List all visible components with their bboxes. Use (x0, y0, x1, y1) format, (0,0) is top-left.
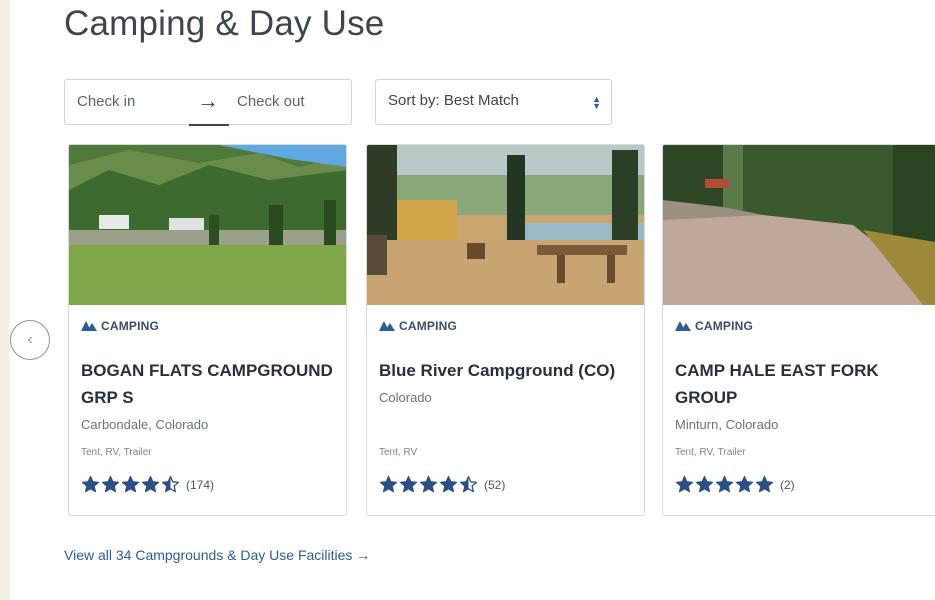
tent-icon (81, 321, 97, 331)
campground-card[interactable]: CAMPING CAMP HALE EAST FORK GROUP Mintur… (662, 144, 935, 516)
star-rating (675, 475, 774, 494)
star-icon (161, 475, 180, 493)
star-icon (101, 475, 120, 493)
sort-label: Sort by: Best Match (388, 92, 519, 109)
star-icon (81, 475, 100, 493)
sort-caret-icon: ▲ ▼ (592, 94, 601, 111)
star-icon (715, 475, 734, 493)
date-range-picker[interactable]: Check in → Check out (64, 79, 352, 126)
star-icon (695, 475, 714, 493)
category-badge: CAMPING (81, 319, 159, 333)
section-title: Camping & Day Use (64, 4, 385, 43)
star-icon (121, 475, 140, 493)
campground-card[interactable]: CAMPING BOGAN FLATS CAMPGROUND GRP S Car… (68, 144, 347, 516)
category-badge: CAMPING (379, 319, 457, 333)
campground-name[interactable]: CAMP HALE EAST FORK GROUP (675, 357, 905, 411)
rating: (174) (81, 475, 214, 494)
campground-name[interactable]: Blue River Campground (CO) (379, 357, 637, 384)
campground-card[interactable]: CAMPING Blue River Campground (CO) Color… (366, 144, 645, 516)
check-out-field[interactable]: Check out (237, 93, 305, 110)
star-rating (379, 475, 478, 494)
campground-photo (663, 145, 935, 305)
check-in-field[interactable]: Check in (77, 93, 135, 110)
star-rating (81, 475, 180, 494)
review-count: (52) (484, 477, 506, 492)
campground-location: Minturn, Colorado (675, 417, 779, 432)
rating: (2) (675, 475, 795, 494)
chevron-left-icon: ‹ (27, 331, 33, 348)
tent-icon (379, 321, 395, 331)
star-icon (399, 475, 418, 493)
star-icon (755, 475, 774, 493)
review-count: (174) (186, 477, 215, 492)
star-icon (735, 475, 754, 493)
category-label: CAMPING (101, 319, 160, 333)
rating: (52) (379, 475, 505, 494)
focus-underline (189, 124, 229, 126)
star-icon (675, 475, 694, 493)
campground-types: Tent, RV (379, 447, 418, 458)
view-all-link[interactable]: View all 34 Campgrounds & Day Use Facili… (64, 547, 370, 563)
tent-icon (675, 321, 691, 331)
star-icon (459, 475, 478, 493)
carousel-prev-button[interactable]: ‹ (10, 320, 50, 360)
sort-select[interactable]: Sort by: Best Match ▲ ▼ (375, 79, 612, 125)
category-badge: CAMPING (675, 319, 753, 333)
star-icon (379, 475, 398, 493)
star-icon (419, 475, 438, 493)
review-count: (2) (780, 477, 795, 492)
camping-day-use-section: Camping & Day Use Check in → Check out S… (10, 0, 935, 600)
campground-types: Tent, RV, Trailer (81, 447, 152, 458)
star-icon (439, 475, 458, 493)
campground-photo (367, 145, 644, 305)
campground-location: Colorado (379, 390, 432, 405)
star-icon (141, 475, 160, 493)
campground-photo (69, 145, 346, 305)
campground-location: Carbondale, Colorado (81, 417, 209, 432)
category-label: CAMPING (695, 319, 754, 333)
campground-name[interactable]: BOGAN FLATS CAMPGROUND GRP S (81, 357, 339, 411)
category-label: CAMPING (399, 319, 458, 333)
arrow-right-icon: → (197, 88, 219, 113)
campground-types: Tent, RV, Trailer (675, 447, 746, 458)
